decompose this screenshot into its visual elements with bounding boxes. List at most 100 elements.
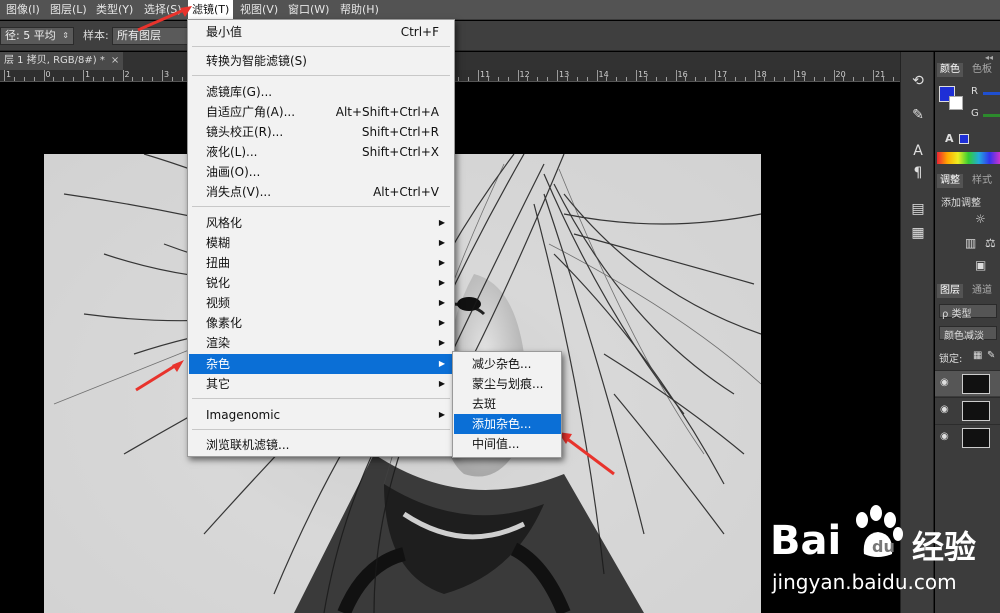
background-color-swatch[interactable]: [949, 96, 963, 110]
menu-item-label: 去斑: [472, 397, 497, 411]
watermark-url: jingyan.baidu.com: [772, 570, 957, 594]
menu-item-adaptive-wide[interactable]: 自适应广角(A)... Alt+Shift+Ctrl+A: [189, 102, 453, 122]
ruler-tick: [33, 77, 35, 81]
menu-item-stylize[interactable]: 风格化 ▶: [189, 213, 453, 233]
menu-item-lens-correction[interactable]: 镜头校正(R)... Shift+Ctrl+R: [189, 122, 453, 142]
menu-item-dust-scratches[interactable]: 蒙尘与划痕...: [454, 374, 561, 394]
menu-item-shortcut: Shift+Ctrl+X: [362, 145, 439, 159]
document-tab[interactable]: 层 1 拷贝, RGB/8#) * ×: [0, 52, 124, 70]
menu-item-noise[interactable]: 杂色 ▶: [189, 354, 453, 374]
lock-transparent-icon[interactable]: ▦: [973, 350, 982, 361]
history-icon[interactable]: ⟲: [909, 72, 927, 90]
menu-item-reduce-noise[interactable]: 减少杂色...: [454, 354, 561, 374]
menu-item-label: 油画(O)...: [206, 165, 261, 179]
menu-item-oil-paint[interactable]: 油画(O)...: [189, 162, 453, 182]
menu-separator: [192, 46, 450, 47]
small-color-swatch[interactable]: [959, 134, 969, 144]
menu-image[interactable]: 图像(I): [4, 0, 42, 20]
ruler-tick: [547, 77, 549, 81]
eye-icon[interactable]: ◉: [940, 404, 952, 416]
menu-item-render[interactable]: 渲染 ▶: [189, 333, 453, 353]
menu-item-label: 消失点(V)...: [206, 185, 272, 199]
ruler-tick: [724, 77, 726, 81]
balance-icon[interactable]: ⚖: [985, 236, 996, 250]
menu-layer[interactable]: 图层(L): [48, 0, 89, 20]
menu-view[interactable]: 视图(V): [238, 0, 280, 20]
ruler-tick: [23, 77, 25, 81]
menu-item-filter-gallery[interactable]: 滤镜库(G)...: [189, 82, 453, 102]
ruler-tick: [606, 77, 608, 81]
collapse-panels-icon[interactable]: ◂◂: [985, 53, 993, 62]
layer-row[interactable]: ◉: [935, 370, 1000, 396]
ruler-tick: [616, 77, 618, 81]
tab-color[interactable]: 颜色: [937, 63, 963, 77]
ruler-tick: [774, 77, 776, 81]
sample-label: 样本:: [83, 29, 109, 42]
notes-icon[interactable]: ▦: [909, 224, 927, 242]
submenu-arrow-icon: ▶: [438, 238, 445, 247]
menu-item-video[interactable]: 视频 ▶: [189, 293, 453, 313]
tab-swatches[interactable]: 色板: [969, 63, 995, 77]
ruler-tick: [695, 77, 697, 81]
tab-styles[interactable]: 样式: [969, 174, 995, 188]
r-slider[interactable]: [983, 92, 1000, 95]
g-slider[interactable]: [983, 114, 1000, 117]
sample-size-select[interactable]: 径: 5 平均 ⇕: [0, 27, 74, 45]
blend-mode-select[interactable]: 颜色减淡: [939, 326, 997, 342]
menu-item-label: 浏览联机滤镜...: [206, 438, 290, 452]
menu-item-browse-online[interactable]: 浏览联机滤镜...: [189, 435, 453, 455]
layer-row[interactable]: ◉: [935, 397, 1000, 423]
menu-item-other[interactable]: 其它 ▶: [189, 374, 453, 394]
menu-item-distort[interactable]: 扭曲 ▶: [189, 253, 453, 273]
menu-item-smart-filter[interactable]: 转换为智能滤镜(S): [189, 51, 453, 71]
ruler-tick: [132, 77, 134, 81]
eye-icon[interactable]: ◉: [940, 377, 952, 389]
menu-item-despeckle[interactable]: 去斑: [454, 394, 561, 414]
menu-item-pixelate[interactable]: 像素化 ▶: [189, 313, 453, 333]
layer-kind-filter[interactable]: ρ 类型: [939, 304, 997, 320]
ruler-tick: [705, 77, 707, 81]
chevron-down-icon: ⇕: [62, 31, 69, 40]
photo-filter-icon[interactable]: ▣: [975, 258, 986, 272]
submenu-arrow-icon: ▶: [438, 258, 445, 267]
menu-item-label: 减少杂色...: [472, 357, 532, 371]
menu-item-imagenomic[interactable]: Imagenomic ▶: [189, 405, 453, 425]
menu-item-shortcut: Shift+Ctrl+R: [361, 125, 439, 139]
levels-icon[interactable]: ▥: [965, 236, 976, 250]
menu-item-sharpen[interactable]: 锐化 ▶: [189, 273, 453, 293]
paragraph-icon[interactable]: ¶: [909, 164, 927, 182]
ruler-tick: [527, 77, 529, 81]
tab-channels[interactable]: 通道: [969, 284, 995, 298]
menu-item-blur[interactable]: 模糊 ▶: [189, 233, 453, 253]
submenu-arrow-icon: ▶: [438, 318, 445, 327]
ruler-tick: [823, 77, 825, 81]
menu-separator: [192, 206, 450, 207]
menu-item-label: 渲染: [206, 336, 231, 350]
layer-row[interactable]: ◉: [935, 424, 1000, 450]
ruler-tick: [468, 77, 470, 81]
character-icon[interactable]: A: [909, 142, 927, 160]
menu-item-shortcut: Ctrl+F: [400, 25, 439, 39]
color-spectrum-bar[interactable]: [937, 152, 1000, 164]
menu-item-add-noise[interactable]: 添加杂色...: [454, 414, 561, 434]
ruler-tick: [833, 70, 835, 81]
menu-item-last-filter[interactable]: 最小值 Ctrl+F: [189, 22, 453, 42]
ruler-tick: [53, 77, 55, 81]
ruler-tick: [655, 77, 657, 81]
menu-window[interactable]: 窗口(W): [286, 0, 331, 20]
tab-layers[interactable]: 图层: [937, 284, 963, 298]
swatch-book-icon[interactable]: ▤: [909, 200, 927, 218]
eye-icon[interactable]: ◉: [940, 431, 952, 443]
submenu-arrow-icon: ▶: [438, 379, 445, 388]
menu-item-vanishing-point[interactable]: 消失点(V)... Alt+Ctrl+V: [189, 182, 453, 202]
close-icon[interactable]: ×: [111, 55, 119, 66]
brightness-icon[interactable]: ☼: [975, 212, 986, 226]
tab-adjustments[interactable]: 调整: [937, 174, 963, 188]
menu-help[interactable]: 帮助(H): [338, 0, 381, 20]
lock-paint-icon[interactable]: ✎: [987, 350, 995, 361]
brush-settings-icon[interactable]: ✎: [909, 106, 927, 124]
ruler-tick: [882, 77, 884, 81]
layer-thumbnail: [962, 401, 990, 421]
menu-item-median[interactable]: 中间值...: [454, 434, 561, 454]
menu-item-liquify[interactable]: 液化(L)... Shift+Ctrl+X: [189, 142, 453, 162]
